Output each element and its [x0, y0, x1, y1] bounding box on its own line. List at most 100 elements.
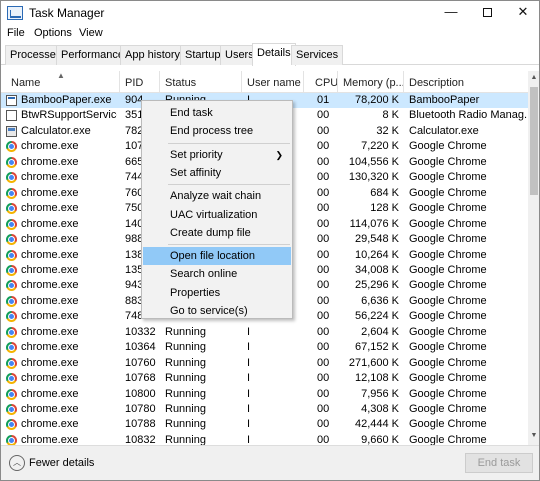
scroll-down-arrow-icon[interactable]: ▼: [528, 429, 539, 443]
process-name-cell: chrome.exe: [21, 388, 79, 400]
vertical-scrollbar[interactable]: ▲ ▼: [528, 71, 539, 445]
process-name-cell: chrome.exe: [21, 434, 79, 445]
table-row[interactable]: chrome.exe 10832 Running I 00 9,660 K Google C…: [1, 433, 528, 445]
process-name-cell: chrome.exe: [21, 372, 79, 384]
menu-item-create-dump-file[interactable]: Create dump file: [143, 224, 291, 242]
menu-item-set-affinity[interactable]: Set affinity: [143, 164, 291, 182]
table-row[interactable]: chrome.exe 10364 Running I 00 67,152 K Google …: [1, 340, 528, 355]
app-icon: [6, 95, 17, 106]
menu-item-uac-virtualization[interactable]: UAC virtualization: [143, 206, 291, 224]
menu-item-properties[interactable]: Properties: [143, 284, 291, 302]
chrome-icon: [6, 141, 17, 152]
cpu-cell: 00: [317, 171, 330, 183]
menu-options[interactable]: Options: [34, 27, 72, 39]
memory-cell: 10,264 K: [354, 249, 399, 261]
process-name-cell: chrome.exe: [21, 310, 79, 322]
description-cell: Google Chrome: [409, 310, 487, 322]
menu-item-set-priority[interactable]: Set priority ❯: [143, 146, 291, 164]
table-row[interactable]: chrome.exe 10788 Running I 00 42,444 K Google …: [1, 417, 528, 432]
cpu-cell: 00: [317, 341, 330, 353]
process-name-cell: chrome.exe: [21, 187, 79, 199]
table-row[interactable]: chrome.exe 10760 Running I 00 271,600 K Google…: [1, 356, 528, 371]
pid-cell: 10780: [125, 403, 156, 415]
menu-item-label: Set priority: [170, 149, 223, 161]
column-header-status[interactable]: Status: [165, 77, 196, 89]
menu-view[interactable]: View: [79, 27, 103, 39]
menu-item-analyze-wait-chain[interactable]: Analyze wait chain: [143, 187, 291, 205]
user-name-cell: I: [247, 341, 251, 353]
menu-bar: File Options View: [1, 25, 539, 43]
chrome-icon: [6, 188, 17, 199]
process-name-cell: chrome.exe: [21, 156, 79, 168]
memory-cell: 130,320 K: [348, 171, 399, 183]
cpu-cell: 00: [317, 187, 330, 199]
user-name-cell: I: [247, 418, 251, 430]
menu-item-search-online[interactable]: Search online: [143, 265, 291, 283]
table-row[interactable]: chrome.exe 10800 Running I 00 7,956 K Google C…: [1, 387, 528, 402]
process-name-cell: chrome.exe: [21, 357, 79, 369]
minimize-button[interactable]: —: [433, 1, 469, 25]
memory-cell: 9,660 K: [361, 434, 399, 445]
cpu-cell: 00: [317, 202, 330, 214]
end-task-button[interactable]: End task: [465, 453, 533, 473]
status-cell: Running: [165, 418, 206, 430]
column-divider[interactable]: [403, 71, 404, 93]
menu-item-label: UAC virtualization: [170, 209, 258, 221]
table-row[interactable]: chrome.exe 10768 Running I 00 12,108 K Google …: [1, 371, 528, 386]
chrome-icon: [6, 157, 17, 168]
column-divider[interactable]: [159, 71, 160, 93]
cpu-cell: 00: [317, 140, 330, 152]
memory-cell: 114,076 K: [349, 218, 399, 230]
menu-item-go-to-service-s[interactable]: Go to service(s): [143, 302, 291, 320]
tab-services[interactable]: Services: [291, 45, 344, 65]
menu-item-open-file-location[interactable]: Open file location: [143, 247, 291, 265]
scroll-thumb[interactable]: [530, 87, 538, 195]
tab-app-history[interactable]: App history: [120, 45, 186, 65]
tab-startup[interactable]: Startup: [180, 45, 226, 65]
description-cell: Google Chrome: [409, 218, 487, 230]
chrome-icon: [6, 419, 17, 430]
menu-file[interactable]: File: [7, 27, 25, 39]
memory-cell: 271,600 K: [348, 357, 399, 369]
column-header-memory[interactable]: Memory (p...: [343, 77, 405, 89]
tab-details[interactable]: Details: [252, 43, 296, 66]
fewer-details-link[interactable]: Fewer details: [29, 457, 94, 469]
chrome-icon: [6, 203, 17, 214]
process-name-cell: chrome.exe: [21, 326, 79, 338]
cpu-cell: 00: [317, 357, 330, 369]
column-divider[interactable]: [119, 71, 120, 93]
chevron-up-icon[interactable]: ︿: [9, 455, 25, 471]
status-cell: Running: [165, 434, 206, 445]
column-header-pid[interactable]: PID: [125, 77, 143, 89]
description-cell: Google Chrome: [409, 171, 487, 183]
column-header-user-name[interactable]: User name: [247, 77, 301, 89]
column-header-cpu[interactable]: CPU: [315, 77, 338, 89]
memory-cell: 104,556 K: [348, 156, 399, 168]
chrome-icon: [6, 219, 17, 230]
menu-item-end-process-tree[interactable]: End process tree: [143, 122, 291, 140]
description-cell: Bluetooth Radio Manag...: [409, 109, 527, 121]
description-cell: Google Chrome: [409, 388, 487, 400]
memory-cell: 8 K: [382, 109, 399, 121]
description-cell: Google Chrome: [409, 418, 487, 430]
chrome-icon: [6, 280, 17, 291]
pid-cell: 10788: [125, 418, 156, 430]
close-button[interactable]: ✕: [505, 1, 539, 25]
status-cell: Running: [165, 372, 206, 384]
scroll-up-arrow-icon[interactable]: ▲: [528, 71, 539, 85]
column-header-name[interactable]: Name: [11, 77, 40, 89]
description-cell: Google Chrome: [409, 295, 487, 307]
column-divider[interactable]: [337, 71, 338, 93]
column-divider[interactable]: [303, 71, 304, 93]
cpu-cell: 00: [317, 310, 330, 322]
column-divider[interactable]: [241, 71, 242, 93]
description-cell: Google Chrome: [409, 249, 487, 261]
cpu-cell: 00: [317, 372, 330, 384]
table-row[interactable]: chrome.exe 10780 Running I 00 4,308 K Google C…: [1, 402, 528, 417]
table-row[interactable]: chrome.exe 10332 Running I 00 2,604 K Google C…: [1, 325, 528, 340]
maximize-button[interactable]: [469, 1, 505, 25]
tab-performance[interactable]: Performance: [56, 45, 129, 65]
menu-item-end-task[interactable]: End task: [143, 104, 291, 122]
column-header-description[interactable]: Description: [409, 77, 464, 89]
chrome-icon: [6, 435, 17, 445]
